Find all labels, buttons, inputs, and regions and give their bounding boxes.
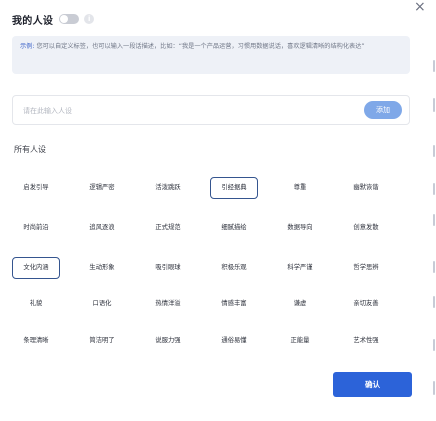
persona-tag[interactable]: 积极乐观 bbox=[210, 257, 258, 279]
persona-tag[interactable]: 追风逐浪 bbox=[78, 217, 126, 239]
scrollbar-edge bbox=[432, 0, 436, 421]
persona-tag[interactable]: 吸引眼球 bbox=[144, 257, 192, 279]
persona-tag[interactable]: 正式规范 bbox=[144, 217, 192, 239]
persona-input-row: 添加 bbox=[12, 95, 410, 125]
persona-tag[interactable]: 哲学思辨 bbox=[342, 257, 390, 279]
persona-tag[interactable]: 时尚前沿 bbox=[12, 217, 60, 239]
dialog-header: 我的人设 i bbox=[12, 10, 95, 28]
dialog-title: 我的人设 bbox=[12, 15, 54, 27]
persona-tag[interactable]: 正能量 bbox=[276, 330, 324, 352]
persona-tag[interactable]: 启发引导 bbox=[12, 177, 60, 199]
persona-tag[interactable]: 谦虚 bbox=[276, 293, 324, 315]
persona-tag[interactable]: 艺术性强 bbox=[342, 330, 390, 352]
close-icon[interactable]: × bbox=[414, 0, 426, 15]
persona-tag[interactable]: 科学严谨 bbox=[276, 257, 324, 279]
add-button[interactable]: 添加 bbox=[364, 101, 402, 119]
persona-tag[interactable]: 引经据典 bbox=[210, 177, 258, 199]
persona-toggle[interactable] bbox=[59, 14, 80, 24]
hint-prefix: 示例: bbox=[20, 43, 35, 50]
persona-tag[interactable]: 活泼跳跃 bbox=[144, 177, 192, 199]
info-icon[interactable]: i bbox=[84, 14, 95, 24]
persona-tag[interactable]: 幽默诙谐 bbox=[342, 177, 390, 199]
hint-text: 您可以自定义标签，也可以输入一段话描述，比如：“我是一个产品运营，习惯用数据说话… bbox=[36, 43, 365, 50]
persona-tag[interactable]: 简洁明了 bbox=[78, 330, 126, 352]
persona-tag[interactable]: 条理清晰 bbox=[12, 330, 60, 352]
persona-tag[interactable]: 通俗易懂 bbox=[210, 330, 258, 352]
persona-tag[interactable]: 礼貌 bbox=[12, 293, 60, 315]
persona-tag[interactable]: 热情洋溢 bbox=[144, 293, 192, 315]
toggle-knob bbox=[60, 15, 69, 23]
persona-tag[interactable]: 文化内涵 bbox=[12, 257, 60, 279]
persona-tag[interactable]: 亲切友善 bbox=[342, 293, 390, 315]
confirm-button[interactable]: 确认 bbox=[333, 372, 412, 397]
persona-tag[interactable]: 尊重 bbox=[276, 177, 324, 199]
persona-tag[interactable]: 创意发散 bbox=[342, 217, 390, 239]
persona-tag[interactable]: 情感丰富 bbox=[210, 293, 258, 315]
persona-tag[interactable]: 说服力强 bbox=[144, 330, 192, 352]
persona-tag[interactable]: 细腻描绘 bbox=[210, 217, 258, 239]
all-personas-label: 所有人设 bbox=[14, 145, 46, 154]
persona-input[interactable] bbox=[21, 102, 355, 120]
persona-tag[interactable]: 生动形象 bbox=[78, 257, 126, 279]
persona-tag[interactable]: 口语化 bbox=[78, 293, 126, 315]
persona-tag[interactable]: 数据导向 bbox=[276, 217, 324, 239]
persona-tag[interactable]: 逻辑严密 bbox=[78, 177, 126, 199]
example-hint: 示例: 您可以自定义标签，也可以输入一段话描述，比如：“我是一个产品运营，习惯用… bbox=[12, 36, 410, 74]
